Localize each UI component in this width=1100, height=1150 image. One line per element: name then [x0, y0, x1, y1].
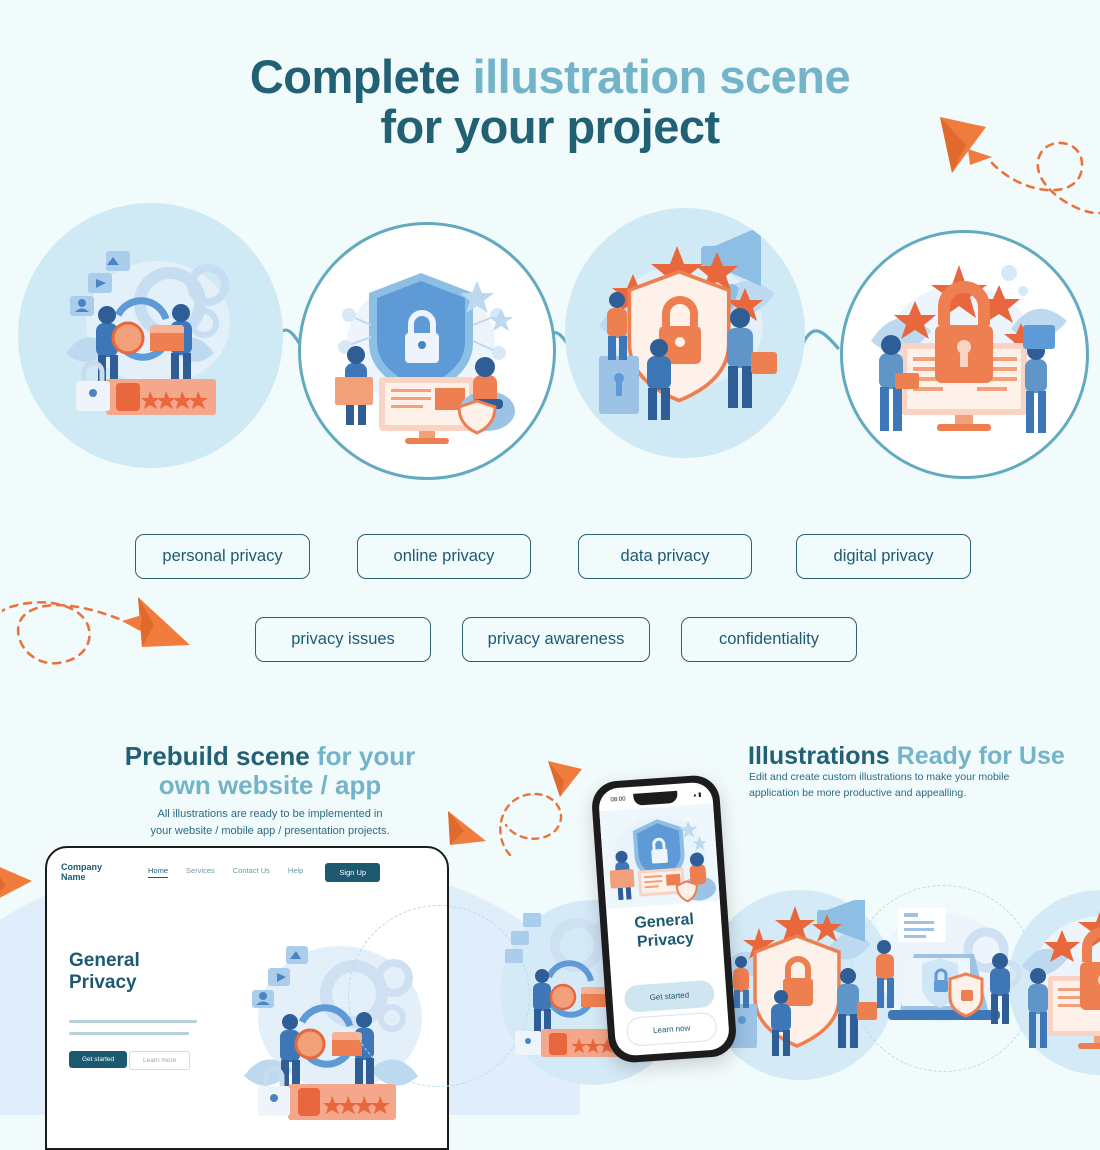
ready-heading-light: Ready for Use: [896, 742, 1065, 770]
signup-button[interactable]: Sign Up: [325, 862, 381, 882]
logo-line-2: Name: [61, 872, 86, 882]
ready-subtext-line2: application be more productive and appea…: [749, 786, 967, 799]
phone-hero-illustration: [599, 803, 720, 910]
hero-placeholder-line-2: [69, 1032, 189, 1035]
tag-privacy-issues[interactable]: privacy issues: [255, 617, 431, 662]
person-right-4: [1023, 325, 1055, 433]
tag-personal-privacy[interactable]: personal privacy: [135, 534, 310, 579]
hero-cta-secondary[interactable]: Learn more: [129, 1051, 191, 1070]
tag-confidentiality[interactable]: confidentiality: [681, 617, 857, 662]
prebuild-subtext: All illustrations are ready to be implem…: [60, 806, 480, 839]
nav-link-home[interactable]: Home: [148, 866, 169, 878]
ready-subtext-line1: Edit and create custom illustrations to …: [749, 771, 1010, 783]
hero-title-line1: General: [69, 950, 140, 971]
phone-title: General Privacy: [607, 909, 723, 955]
paper-plane-trail-left: [2, 597, 190, 665]
hero-placeholder-line-1: [69, 1020, 197, 1023]
logo-line-1: Company: [61, 861, 103, 872]
shield-lock-illustration: [335, 273, 515, 444]
nav-link-services[interactable]: Services: [186, 866, 215, 878]
phone-notch: [633, 790, 678, 806]
ready-heading-dark: Illustrations: [748, 742, 890, 770]
phone-cta-get-started[interactable]: Get started: [623, 979, 716, 1013]
website-logo[interactable]: Company Name: [61, 862, 102, 882]
scene-circle-shield-lock[interactable]: [298, 222, 556, 480]
phone-status-icons: ▴ ▮: [693, 792, 702, 799]
title-line-2: for your project: [380, 99, 720, 153]
ready-subtext: Edit and create custom illustrations to …: [749, 770, 1009, 802]
security-rating-illustration: [599, 226, 777, 420]
bottom-scene-circle-0[interactable]: [348, 905, 530, 1087]
data-sharing-illustration: [66, 251, 230, 415]
phone-screen[interactable]: 08:00 ▴ ▮ General Privacy Get started Le…: [597, 781, 731, 1057]
ready-heading: Illustrations Ready for Use: [748, 742, 1065, 770]
prebuild-subtext-line2: your website / mobile app / presentation…: [150, 824, 390, 837]
bottom-scene-circle-4[interactable]: [1008, 890, 1100, 1075]
tag-privacy-awareness[interactable]: privacy awareness: [462, 617, 650, 662]
hero-cta-primary[interactable]: Get started: [69, 1051, 128, 1068]
prebuild-heading-light: for your: [316, 741, 416, 771]
nav-link-contact-us[interactable]: Contact Us: [233, 866, 270, 878]
website-nav-links: Home Services Contact Us Help: [148, 866, 303, 878]
hero-title-line2: Privacy: [69, 972, 137, 994]
poster-canvas: Complete illustration scene for your pro…: [0, 0, 1100, 1150]
prebuild-heading: Prebuild scene for your own website / ap…: [60, 741, 480, 801]
nav-link-help[interactable]: Help: [288, 866, 303, 878]
scene-circle-desktop-lock[interactable]: [840, 230, 1089, 479]
scene-circle-security-rating[interactable]: [565, 208, 805, 458]
scene-circle-data-sharing[interactable]: [18, 203, 283, 468]
prebuild-subtext-line1: All illustrations are ready to be implem…: [157, 808, 383, 820]
website-hero-title: General Privacy: [69, 950, 140, 995]
tag-digital-privacy[interactable]: digital privacy: [796, 534, 971, 579]
page-title: Complete illustration scene for your pro…: [0, 52, 1100, 152]
prebuild-heading-light2: own website / app: [158, 770, 382, 801]
tag-data-privacy[interactable]: data privacy: [578, 534, 752, 579]
phone-cta-learn-now[interactable]: Learn now: [625, 1011, 718, 1047]
person-blue-center: [647, 339, 671, 420]
phone-status-time: 08:00: [610, 796, 626, 804]
desktop-lock-illustration: [871, 265, 1067, 433]
title-part-illustration-scene: illustration scene: [472, 50, 851, 103]
website-navbar: Company Name Home Services Contact Us He…: [47, 848, 447, 896]
tag-online-privacy[interactable]: online privacy: [357, 534, 531, 579]
title-part-complete: Complete: [249, 50, 461, 103]
prebuild-heading-dark: Prebuild scene: [124, 741, 310, 771]
phone-mockup[interactable]: 08:00 ▴ ▮ General Privacy Get started Le…: [590, 773, 738, 1065]
